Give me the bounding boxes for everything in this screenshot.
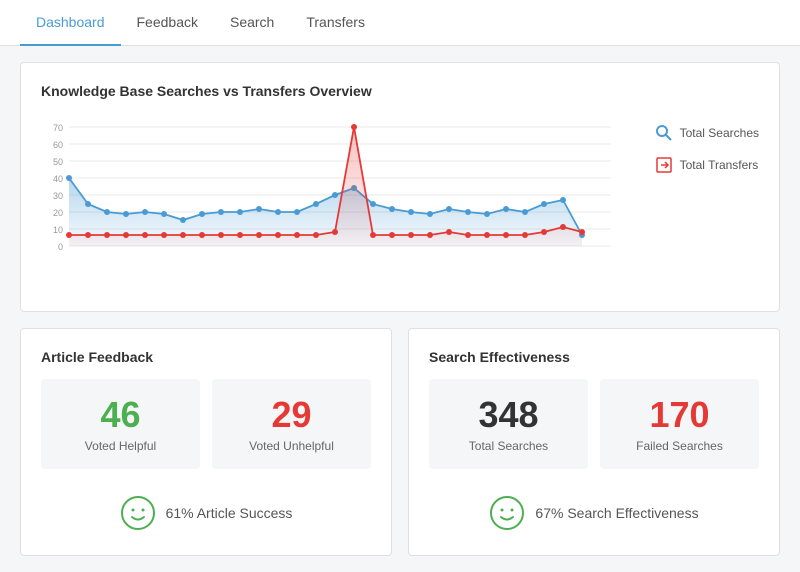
tab-search[interactable]: Search bbox=[214, 0, 290, 46]
legend-total-transfers: Total Transfers bbox=[654, 155, 759, 175]
chart-legend: Total Searches Total Transfers bbox=[638, 113, 759, 175]
search-effectiveness-text: 67% Search Effectiveness bbox=[535, 505, 698, 521]
article-success-text: 61% Article Success bbox=[166, 505, 293, 521]
feedback-card-title: Article Feedback bbox=[41, 349, 371, 365]
tabs-bar: Dashboard Feedback Search Transfers bbox=[0, 0, 800, 46]
total-searches-box: 348 Total Searches bbox=[429, 379, 588, 469]
chart-card: Knowledge Base Searches vs Transfers Ove… bbox=[20, 62, 780, 312]
chart-svg: 70 60 50 40 30 20 10 0 bbox=[41, 113, 638, 291]
search-smiley-icon bbox=[489, 495, 525, 531]
svg-text:30: 30 bbox=[53, 191, 63, 201]
svg-text:0: 0 bbox=[58, 242, 63, 252]
feedback-card: Article Feedback 46 Voted Helpful 29 Vot… bbox=[20, 328, 392, 556]
voted-helpful-count: 46 bbox=[57, 395, 184, 435]
voted-unhelpful-label: Voted Unhelpful bbox=[228, 439, 355, 453]
tab-dashboard[interactable]: Dashboard bbox=[20, 0, 121, 46]
failed-searches-count: 170 bbox=[616, 395, 743, 435]
search-stat-boxes: 348 Total Searches 170 Failed Searches bbox=[429, 379, 759, 469]
svg-text:70: 70 bbox=[53, 123, 63, 133]
legend-searches-label: Total Searches bbox=[680, 126, 759, 140]
transfer-icon bbox=[654, 155, 674, 175]
tab-transfers[interactable]: Transfers bbox=[290, 0, 381, 46]
search-icon bbox=[654, 123, 674, 143]
legend-transfers-label: Total Transfers bbox=[680, 158, 759, 172]
chart-title: Knowledge Base Searches vs Transfers Ove… bbox=[41, 83, 759, 99]
search-effectiveness-row: 67% Search Effectiveness bbox=[429, 485, 759, 535]
svg-text:10: 10 bbox=[53, 225, 63, 235]
svg-text:20: 20 bbox=[53, 208, 63, 218]
voted-unhelpful-count: 29 bbox=[228, 395, 355, 435]
failed-searches-label: Failed Searches bbox=[616, 439, 743, 453]
bottom-row: Article Feedback 46 Voted Helpful 29 Vot… bbox=[20, 328, 780, 556]
search-effectiveness-card: Search Effectiveness 348 Total Searches … bbox=[408, 328, 780, 556]
search-effectiveness-title: Search Effectiveness bbox=[429, 349, 759, 365]
article-success-row: 61% Article Success bbox=[41, 485, 371, 535]
voted-unhelpful-box: 29 Voted Unhelpful bbox=[212, 379, 371, 469]
smiley-icon bbox=[120, 495, 156, 531]
tab-feedback[interactable]: Feedback bbox=[121, 0, 214, 46]
total-searches-label: Total Searches bbox=[445, 439, 572, 453]
article-success-pct: 61% bbox=[166, 505, 194, 521]
total-searches-count: 348 bbox=[445, 395, 572, 435]
main-content: Knowledge Base Searches vs Transfers Ove… bbox=[0, 46, 800, 572]
failed-searches-box: 170 Failed Searches bbox=[600, 379, 759, 469]
voted-helpful-label: Voted Helpful bbox=[57, 439, 184, 453]
svg-text:60: 60 bbox=[53, 140, 63, 150]
voted-helpful-box: 46 Voted Helpful bbox=[41, 379, 200, 469]
feedback-stat-boxes: 46 Voted Helpful 29 Voted Unhelpful bbox=[41, 379, 371, 469]
svg-text:50: 50 bbox=[53, 157, 63, 167]
svg-text:40: 40 bbox=[53, 174, 63, 184]
legend-total-searches: Total Searches bbox=[654, 123, 759, 143]
chart-area: 70 60 50 40 30 20 10 0 bbox=[41, 113, 759, 291]
app-container: Dashboard Feedback Search Transfers Know… bbox=[0, 0, 800, 572]
